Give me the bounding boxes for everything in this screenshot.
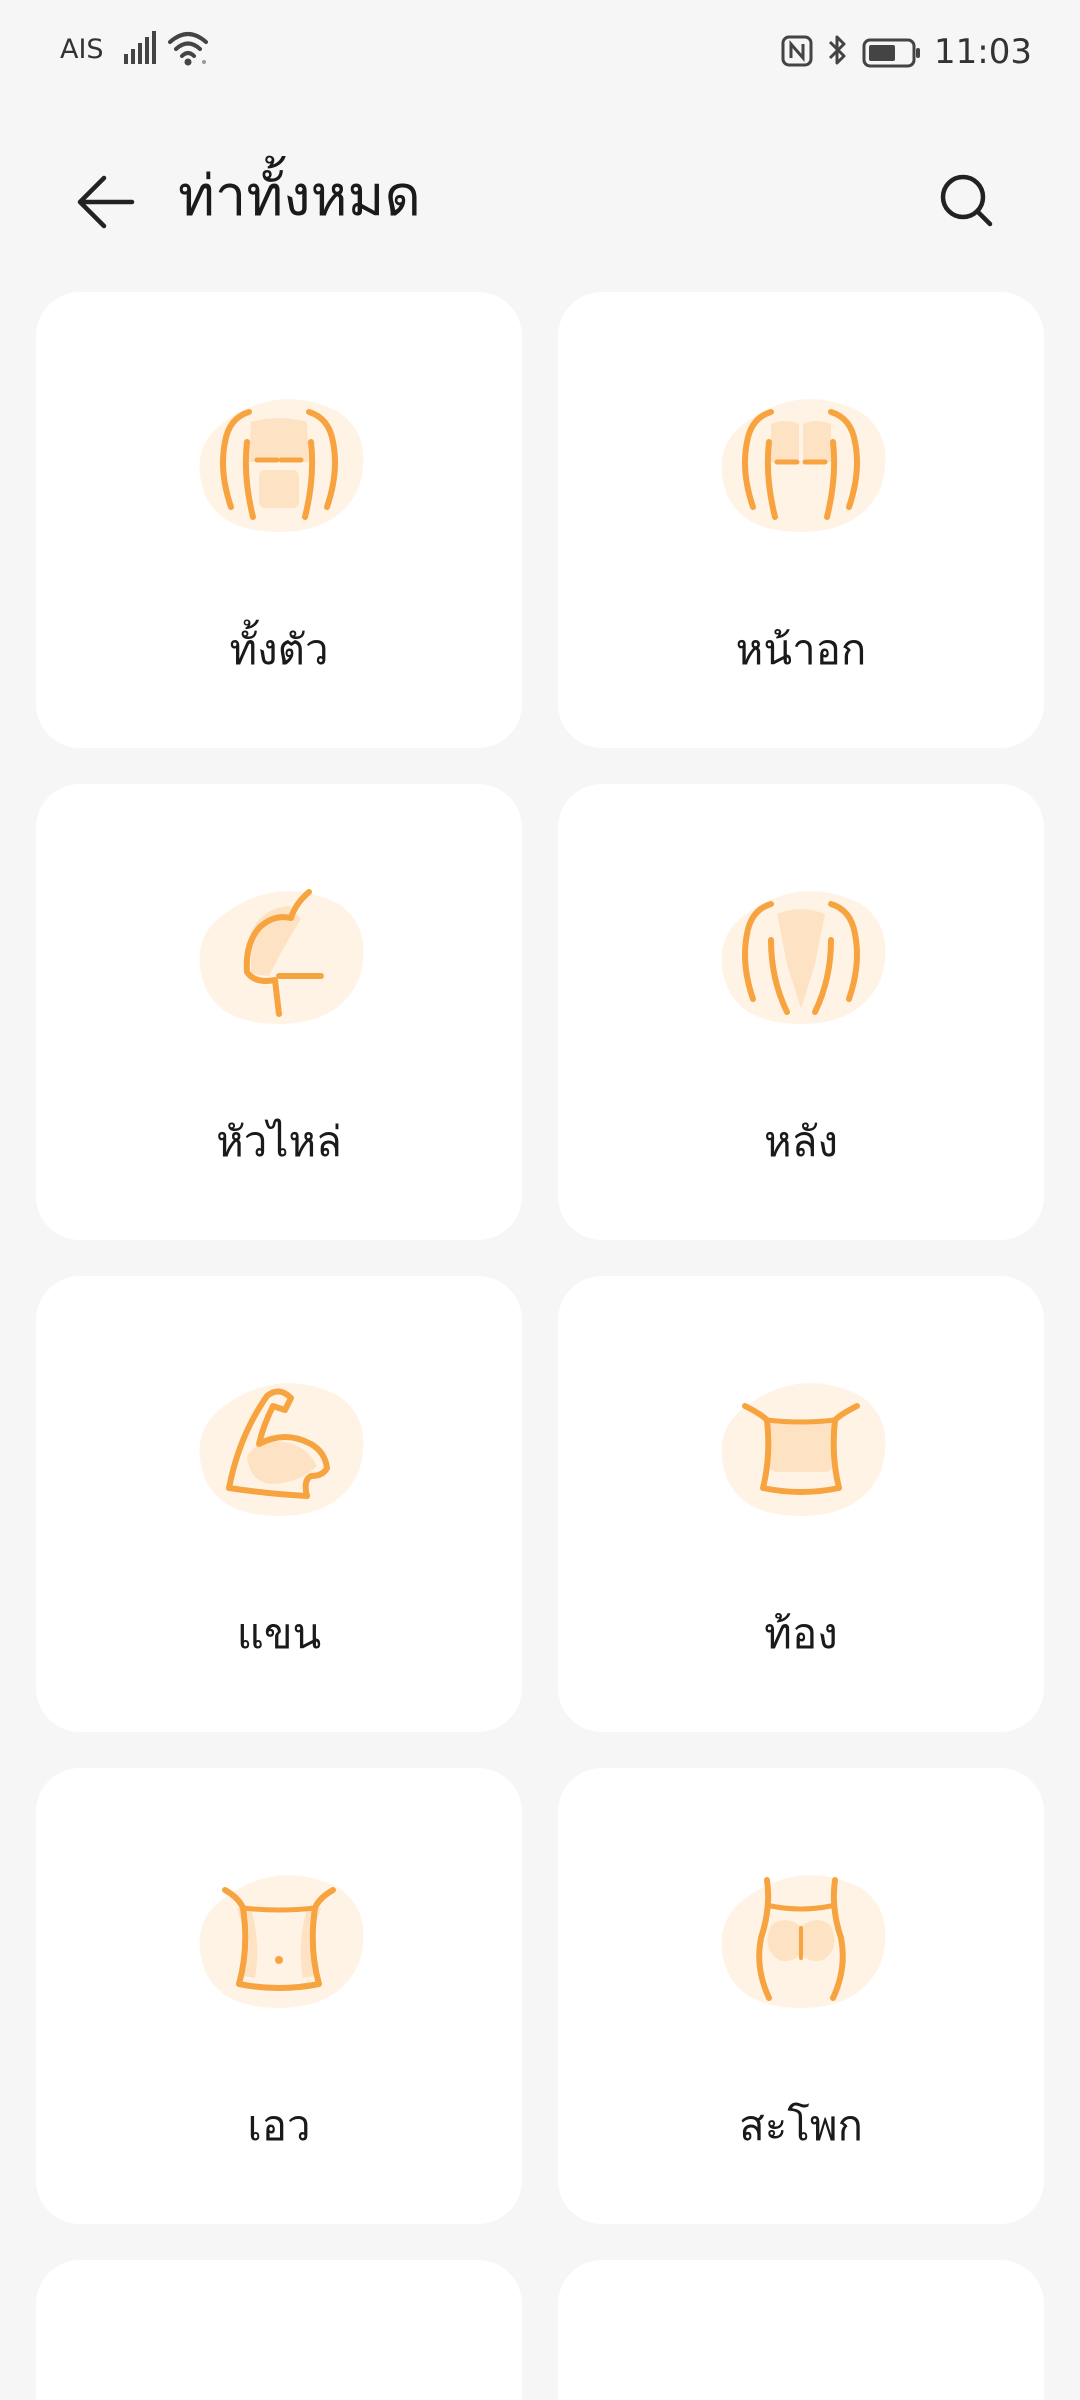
category-grid: ทั้งตัว หน้าอก หัวไหล่ หลัง แขน ท้อง เอว… (36, 292, 1044, 2400)
category-card-partial[interactable] (558, 2260, 1044, 2400)
clock: 11:03 (934, 32, 1032, 72)
search-icon (940, 174, 993, 227)
app-header: ท่าทั้งหมด (0, 140, 1080, 250)
arm-icon (199, 1383, 364, 1516)
category-label: เอว (247, 2101, 311, 2150)
abs-icon (721, 1383, 886, 1516)
category-card-waist[interactable]: เอว (36, 1768, 522, 2224)
category-label: ท้อง (764, 1609, 838, 1658)
search-button[interactable] (920, 154, 1016, 250)
arrow-left-icon (77, 175, 135, 229)
wifi-icon (168, 32, 208, 66)
category-card-abs[interactable]: ท้อง (558, 1276, 1044, 1732)
status-bar: AIS 11:03 (0, 0, 1080, 110)
waist-icon (199, 1875, 364, 2008)
category-card-partial[interactable] (36, 2260, 522, 2400)
bluetooth-icon (828, 35, 846, 65)
category-label: หน้าอก (735, 625, 867, 674)
chest-icon (721, 399, 886, 532)
category-card-chest[interactable]: หน้าอก (558, 292, 1044, 748)
back-button[interactable] (58, 154, 154, 250)
category-card-hip[interactable]: สะโพก (558, 1768, 1044, 2224)
category-label: หัวไหล่ (216, 1117, 342, 1166)
category-card-back[interactable]: หลัง (558, 784, 1044, 1240)
full-body-icon (199, 399, 364, 532)
page-title: ท่าทั้งหมด (178, 164, 421, 229)
signal-icon (124, 31, 156, 64)
shoulder-icon (199, 889, 364, 1024)
category-label: แขน (236, 1609, 322, 1658)
hip-icon (721, 1875, 886, 2008)
category-label: หลัง (764, 1117, 838, 1166)
category-card-full-body[interactable]: ทั้งตัว (36, 292, 522, 748)
category-label: ทั้งตัว (229, 625, 329, 674)
category-card-arm[interactable]: แขน (36, 1276, 522, 1732)
back-muscle-icon (721, 891, 886, 1024)
battery-icon (862, 38, 920, 68)
carrier-label: AIS (60, 34, 104, 65)
category-label: สะโพก (739, 2101, 863, 2150)
category-card-shoulder[interactable]: หัวไหล่ (36, 784, 522, 1240)
nfc-icon (781, 35, 813, 67)
